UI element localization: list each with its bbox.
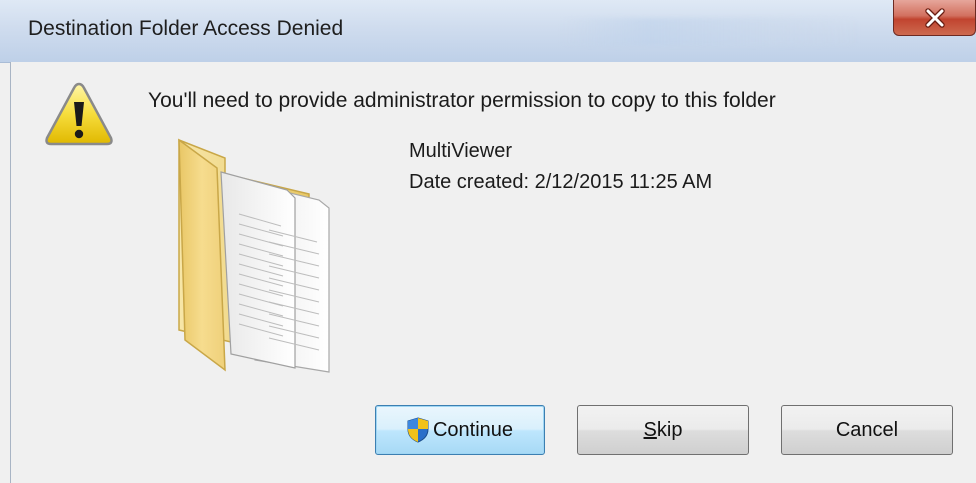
skip-button[interactable]: Skip — [577, 405, 749, 455]
close-icon — [924, 7, 945, 28]
item-name: MultiViewer — [409, 140, 512, 162]
title-bar[interactable]: Destination Folder Access Denied — [0, 0, 976, 63]
dialog-window: Destination Folder Access Denied You'll … — [0, 0, 976, 483]
skip-label-rest: kip — [656, 418, 683, 441]
dialog-content: You'll need to provide administrator per… — [10, 62, 976, 483]
warning-icon — [45, 82, 113, 146]
cancel-label: Cancel — [835, 418, 899, 441]
skip-mnemonic: S — [643, 418, 657, 441]
continue-button[interactable]: Continue — [375, 405, 545, 455]
close-button[interactable] — [893, 0, 976, 36]
title-bar-glow — [560, 18, 860, 46]
folder-icon — [178, 138, 330, 373]
window-title: Destination Folder Access Denied — [28, 17, 344, 40]
cancel-button[interactable]: Cancel — [781, 405, 953, 455]
continue-label: Continue — [432, 418, 514, 441]
permission-message: You'll need to provide administrator per… — [148, 89, 776, 112]
item-date-created: Date created: 2/12/2015 11:25 AM — [409, 171, 713, 193]
uac-shield-icon — [407, 417, 429, 443]
